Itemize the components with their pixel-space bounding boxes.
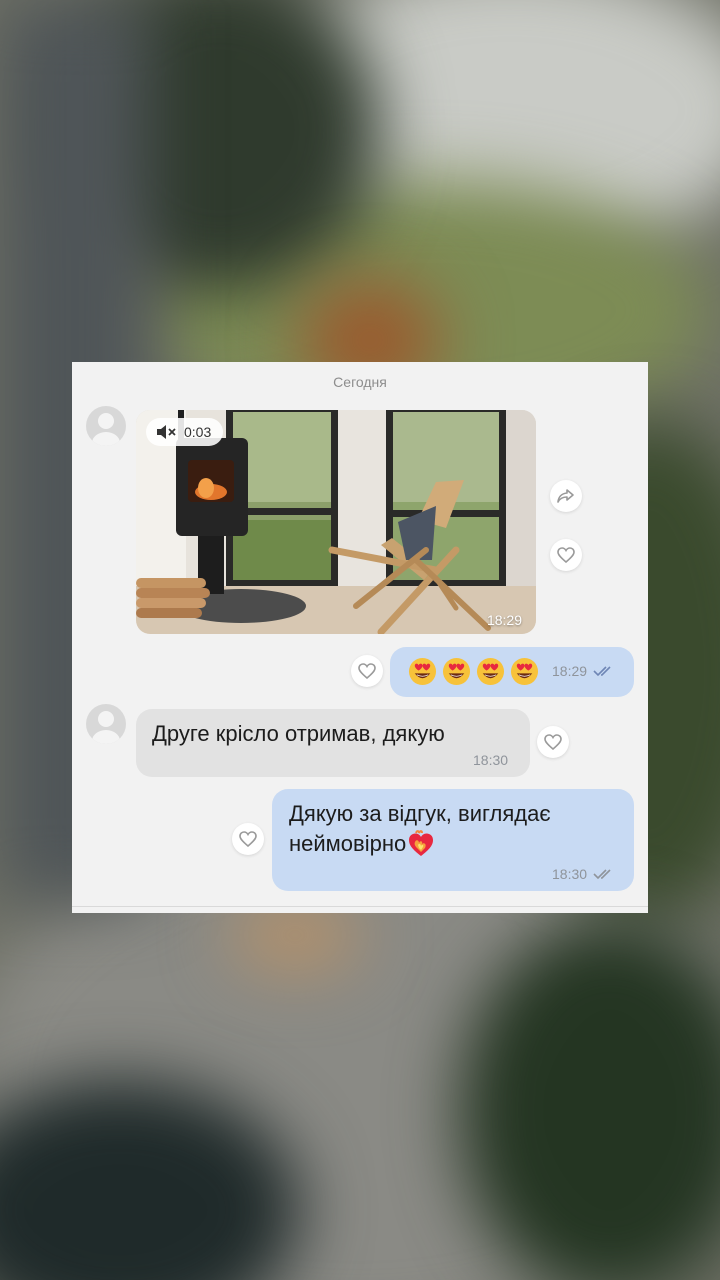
date-separator: Сегодня bbox=[333, 374, 387, 390]
chat-screenshot-card: Сегодня 0:03 18:29 18:29 Друге крісло от… bbox=[72, 362, 648, 913]
message-text: Друге крісло отримав, дякую bbox=[152, 721, 445, 746]
avatar[interactable] bbox=[86, 406, 126, 446]
message-meta: 18:30 bbox=[473, 752, 508, 768]
heart-eyes-emoji bbox=[408, 657, 437, 686]
message-text-line-1: Дякую за відгук, виглядає bbox=[289, 801, 551, 826]
emoji-row bbox=[408, 657, 539, 686]
speaker-muted-icon bbox=[157, 425, 176, 439]
message-time: 18:30 bbox=[473, 752, 509, 768]
burning-heart-emoji bbox=[409, 830, 434, 856]
avatar[interactable] bbox=[86, 704, 126, 744]
heart-outline-icon bbox=[557, 547, 575, 563]
heart-outline-icon bbox=[358, 663, 376, 679]
like-button[interactable] bbox=[550, 539, 582, 571]
message-time: 18:29 bbox=[552, 663, 588, 679]
video-message[interactable]: 0:03 18:29 bbox=[136, 410, 536, 634]
outgoing-message-bubble[interactable]: 18:29 bbox=[390, 647, 634, 697]
double-check-icon bbox=[593, 869, 611, 880]
incoming-message-bubble[interactable]: Друге крісло отримав, дякую 18:30 bbox=[136, 709, 530, 777]
share-button[interactable] bbox=[550, 480, 582, 512]
like-button[interactable] bbox=[351, 655, 383, 687]
message-text-line-2: неймовірно bbox=[289, 831, 407, 856]
heart-outline-icon bbox=[544, 734, 562, 750]
video-duration-badge[interactable]: 0:03 bbox=[146, 418, 224, 446]
message-meta: 18:29 bbox=[552, 663, 615, 679]
video-duration: 0:03 bbox=[184, 424, 212, 440]
heart-eyes-emoji bbox=[510, 657, 539, 686]
video-timestamp: 18:29 bbox=[486, 612, 522, 628]
heart-eyes-emoji bbox=[476, 657, 505, 686]
message-text: Дякую за відгук, виглядає неймовірно bbox=[289, 799, 551, 859]
like-button[interactable] bbox=[537, 726, 569, 758]
message-meta: 18:30 bbox=[552, 866, 615, 882]
heart-outline-icon bbox=[239, 831, 257, 847]
like-button[interactable] bbox=[232, 823, 264, 855]
message-time: 18:30 bbox=[552, 866, 588, 882]
heart-eyes-emoji bbox=[442, 657, 471, 686]
outgoing-message-bubble[interactable]: Дякую за відгук, виглядає неймовірно 18:… bbox=[272, 789, 634, 891]
double-check-icon bbox=[593, 666, 611, 677]
share-arrow-icon bbox=[557, 489, 574, 503]
